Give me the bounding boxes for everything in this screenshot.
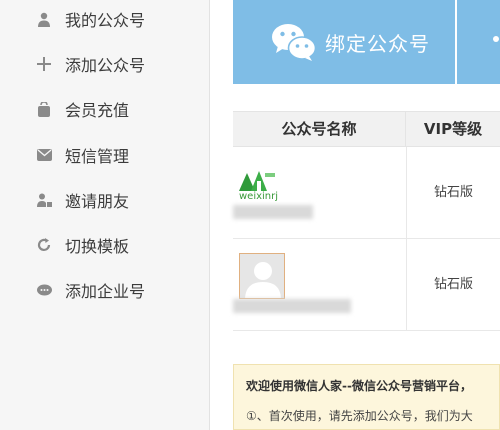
vip-level: 钻石版: [433, 277, 473, 292]
secondary-tile[interactable]: [457, 0, 500, 84]
chat-icon: [36, 282, 52, 298]
sidebar-item-sms[interactable]: 短信管理: [36, 143, 129, 167]
table-row[interactable]: weixinrj 钻石版: [233, 147, 500, 239]
sidebar-item-label: 切换模板: [65, 237, 130, 256]
sidebar-item-recharge[interactable]: 会员充值: [36, 97, 129, 121]
notice-text: ①、首次使用，请先添加公众号，我们为大: [246, 409, 473, 423]
sidebar-item-label: 添加公众号: [65, 56, 146, 75]
sidebar-item-label: 会员充值: [65, 101, 130, 120]
sidebar-item-my-accounts[interactable]: 我的公众号: [36, 7, 145, 31]
bind-account-label: 绑定公众号: [325, 31, 430, 56]
table-row[interactable]: 钻石版: [233, 239, 500, 331]
tile-dot-icon: [493, 36, 499, 42]
accounts-table: 公众号名称 VIP等级 weixinrj 钻石版 钻石版: [233, 111, 500, 331]
main-content: 绑定公众号 公众号名称 VIP等级 weixinrj 钻石版 钻石版 欢迎使用微…: [211, 0, 500, 430]
column-header-name: 公众号名称: [233, 112, 406, 147]
sidebar-item-add-account[interactable]: 添加公众号: [36, 52, 145, 76]
wechat-icon: [272, 24, 317, 61]
sidebar-item-label: 短信管理: [65, 147, 130, 166]
bind-account-button[interactable]: 绑定公众号: [233, 0, 455, 84]
table-header: 公众号名称 VIP等级: [233, 111, 500, 147]
redacted-account-name: [233, 299, 351, 313]
bag-icon: [36, 101, 52, 117]
user-icon: [36, 11, 52, 27]
envelope-icon: [36, 147, 52, 163]
column-header-vip: VIP等级: [423, 120, 483, 138]
plus-icon: [36, 56, 52, 72]
welcome-notice: 欢迎使用微信人家--微信公众号营销平台， ①、首次使用，请先添加公众号，我们为大: [233, 364, 500, 430]
avatar: [239, 253, 285, 299]
account-logo-text: weixinrj: [239, 191, 279, 202]
sidebar-item-switch-template[interactable]: 切换模板: [36, 233, 129, 257]
redacted-account-name: [233, 205, 313, 219]
sidebar-item-label: 邀请朋友: [65, 192, 130, 211]
refresh-icon: [36, 237, 52, 253]
sidebar-item-label: 我的公众号: [65, 11, 146, 30]
sidebar-item-invite[interactable]: 邀请朋友: [36, 188, 129, 212]
sidebar-item-add-enterprise[interactable]: 添加企业号: [36, 278, 145, 302]
sidebar-item-label: 添加企业号: [65, 282, 146, 301]
vip-level: 钻石版: [433, 185, 473, 200]
notice-title: 欢迎使用微信人家--微信公众号营销平台，: [246, 379, 472, 393]
account-logo: weixinrj: [237, 167, 281, 203]
person-invite-icon: [36, 192, 52, 208]
sidebar: 我的公众号 添加公众号 会员充值 短信管理 邀请朋友 切换模板 添加企业号: [0, 0, 210, 430]
